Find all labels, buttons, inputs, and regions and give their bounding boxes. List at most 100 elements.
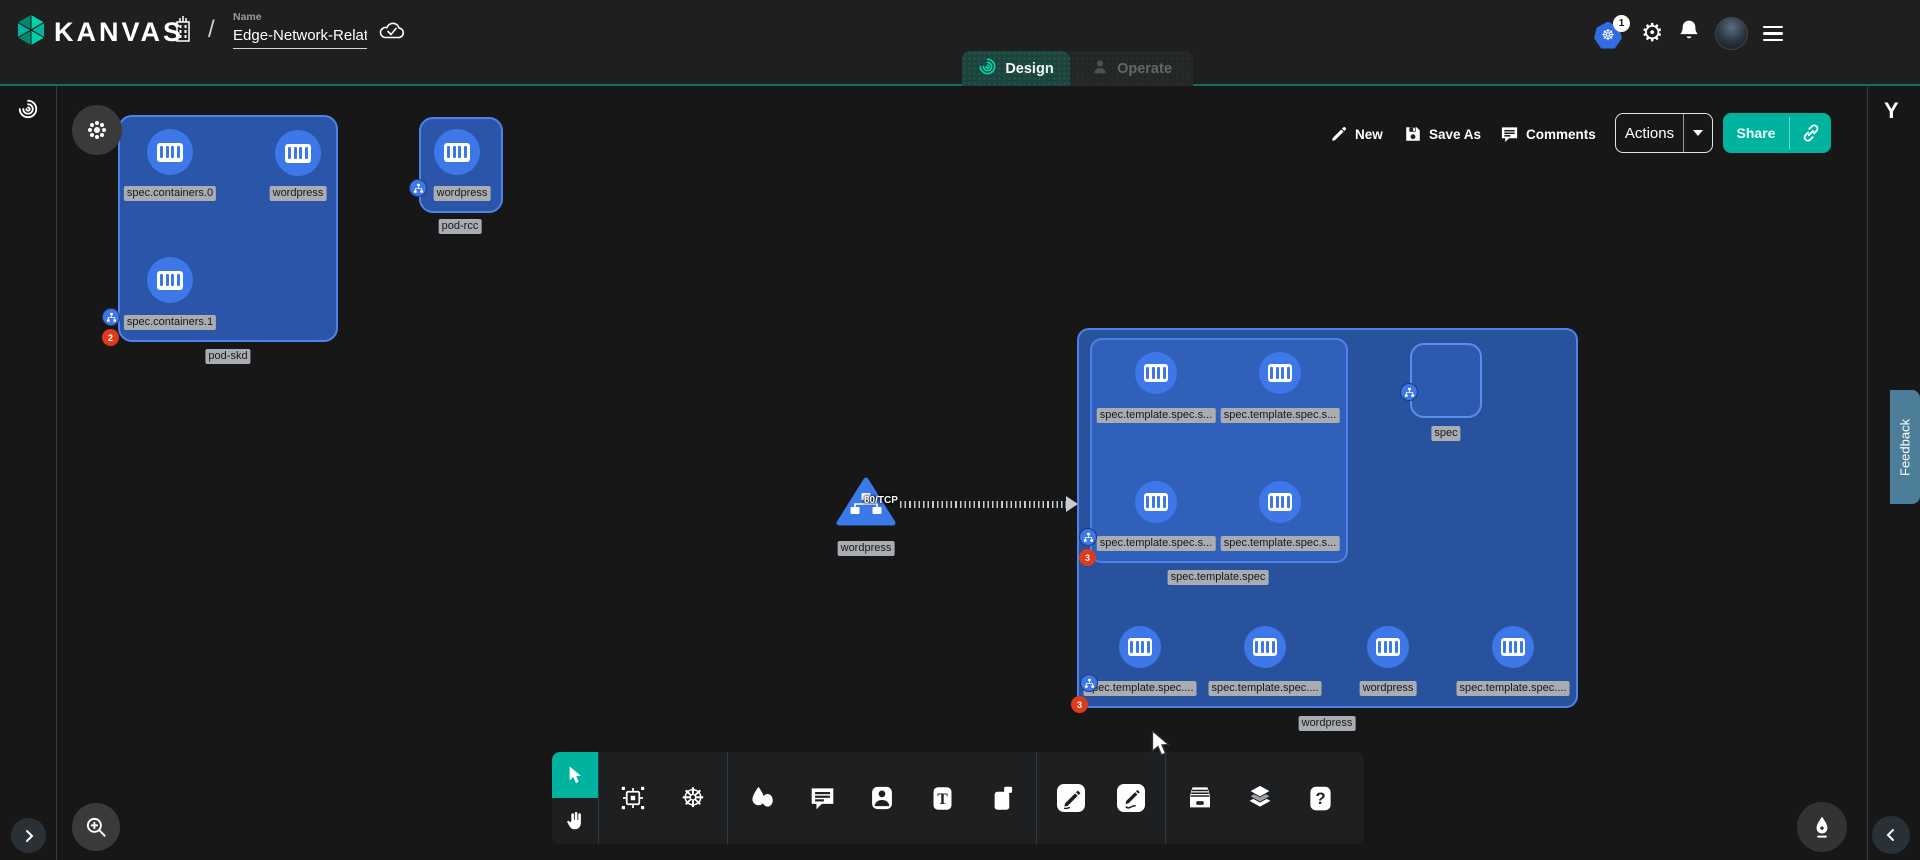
container-node[interactable] — [1119, 626, 1161, 668]
drawer-icon — [1185, 783, 1215, 813]
spec-template-group[interactable] — [1090, 338, 1348, 563]
container-node[interactable] — [147, 129, 193, 175]
container-node[interactable] — [147, 257, 193, 303]
layers-tool-button[interactable] — [1230, 752, 1290, 844]
drawer-tool-button[interactable] — [1170, 752, 1230, 844]
magnifier-plus-icon — [83, 814, 109, 840]
breadcrumb-separator: / — [208, 16, 215, 44]
save-as-label: Save As — [1429, 127, 1481, 142]
relationship-badge[interactable] — [409, 179, 427, 197]
relationship-badge[interactable] — [1400, 383, 1418, 401]
note-tool-button[interactable] — [972, 752, 1032, 844]
expand-left-panel-button[interactable] — [11, 818, 46, 853]
container-icon — [157, 271, 183, 290]
save-as-button[interactable]: Save As — [1404, 121, 1481, 147]
utility-tool-group: ? — [1166, 752, 1354, 844]
organization-icon[interactable] — [170, 14, 196, 49]
feedback-tab[interactable]: Feedback — [1890, 390, 1920, 504]
notifications-bell-icon[interactable] — [1678, 19, 1700, 48]
tab-operate[interactable]: Operate — [1070, 51, 1193, 86]
container-icon — [1253, 638, 1277, 656]
note-icon — [989, 785, 1016, 812]
alert-count-badge[interactable]: 2 — [102, 329, 119, 346]
copy-link-button[interactable] — [1790, 113, 1831, 153]
pen-tool-button[interactable] — [1797, 802, 1847, 852]
node-label: spec.containers.1 — [124, 315, 216, 330]
tab-design[interactable]: Design — [962, 51, 1070, 86]
actions-split-button: Actions — [1615, 113, 1713, 153]
relationship-badge[interactable] — [1079, 528, 1097, 546]
group-label: wordpress — [1299, 716, 1356, 731]
container-node[interactable] — [1259, 352, 1301, 394]
service-edge — [900, 501, 1070, 508]
container-icon — [444, 143, 470, 162]
container-icon — [1144, 493, 1168, 511]
text-tool-button[interactable]: T — [912, 752, 972, 844]
node-label: spec.template.spec.... — [1457, 681, 1570, 696]
cloud-sync-icon[interactable] — [378, 20, 406, 47]
hierarchy-icon — [1404, 387, 1415, 398]
layers-icon — [1245, 783, 1275, 813]
comment-bubble-icon — [809, 785, 836, 812]
helm-wheel-icon: ☸ — [681, 785, 705, 812]
node-label: wordpress — [434, 186, 491, 201]
design-name-input[interactable] — [233, 25, 367, 49]
node-label: spec.template.spec.s... — [1097, 408, 1216, 423]
edit-tool-button[interactable] — [1041, 752, 1101, 844]
drawing-tool-group — [1037, 752, 1165, 844]
kubernetes-context-button[interactable]: ☸ 1 — [1594, 18, 1626, 50]
cursor-arrow-icon — [566, 765, 584, 785]
container-node[interactable] — [1135, 481, 1177, 523]
kubernetes-tool-button[interactable]: ☸ — [663, 752, 723, 844]
actions-dropdown-button[interactable] — [1684, 114, 1712, 152]
comment-tool-button[interactable] — [792, 752, 852, 844]
container-node[interactable] — [1135, 352, 1177, 394]
share-button[interactable]: Share — [1723, 113, 1789, 153]
user-avatar[interactable] — [1715, 17, 1748, 50]
components-tool-button[interactable] — [603, 752, 663, 844]
menu-hamburger-icon[interactable] — [1763, 26, 1783, 42]
zoom-button[interactable] — [72, 803, 120, 851]
container-icon — [1268, 493, 1292, 511]
container-node[interactable] — [434, 129, 480, 175]
expand-right-panel-button[interactable] — [1872, 816, 1910, 854]
header-right-cluster: ☸ 1 ⚙ — [1594, 17, 1783, 50]
left-rail — [0, 86, 57, 860]
shapes-tool-button[interactable] — [732, 752, 792, 844]
actions-button[interactable]: Actions — [1616, 114, 1683, 152]
settings-gear-icon[interactable]: ⚙ — [1641, 21, 1663, 46]
container-node[interactable] — [1367, 626, 1409, 668]
relationship-badge[interactable] — [102, 308, 120, 326]
container-node[interactable] — [1244, 626, 1286, 668]
pan-tool-button[interactable] — [552, 798, 598, 844]
kanvas-logo[interactable]: KANVAS — [14, 13, 184, 52]
edge-port-label: 80/TCP — [864, 495, 898, 506]
link-icon — [1801, 123, 1821, 143]
relationship-badge[interactable] — [1080, 674, 1098, 692]
new-button[interactable]: New — [1330, 121, 1383, 147]
kanvas-logo-icon — [14, 13, 48, 52]
help-tool-button[interactable]: ? — [1290, 752, 1350, 844]
image-tool-button[interactable] — [852, 752, 912, 844]
spec-group[interactable] — [1410, 343, 1482, 418]
design-spiral-icon — [978, 57, 997, 80]
sketch-tool-button[interactable] — [1101, 752, 1161, 844]
mouse-cursor — [1150, 729, 1171, 764]
node-label: wordpress — [1360, 681, 1417, 696]
container-node[interactable] — [1492, 626, 1534, 668]
container-node[interactable] — [1259, 481, 1301, 523]
comments-icon — [1500, 125, 1519, 144]
name-label: Name — [233, 11, 367, 23]
alert-count-badge[interactable]: 3 — [1079, 549, 1096, 566]
alert-count-badge[interactable]: 3 — [1071, 696, 1088, 713]
node-label: spec.template.spec.... — [1084, 681, 1197, 696]
y-icon[interactable]: Y — [1884, 98, 1899, 124]
container-node[interactable] — [275, 130, 321, 176]
canvas-settings-button[interactable] — [72, 105, 122, 155]
comments-button[interactable]: Comments — [1500, 121, 1596, 147]
image-person-icon — [868, 784, 896, 812]
container-icon — [1268, 364, 1292, 382]
context-count-badge: 1 — [1613, 15, 1630, 32]
select-tool-button[interactable] — [552, 752, 598, 798]
node-label: wordpress — [270, 186, 327, 201]
